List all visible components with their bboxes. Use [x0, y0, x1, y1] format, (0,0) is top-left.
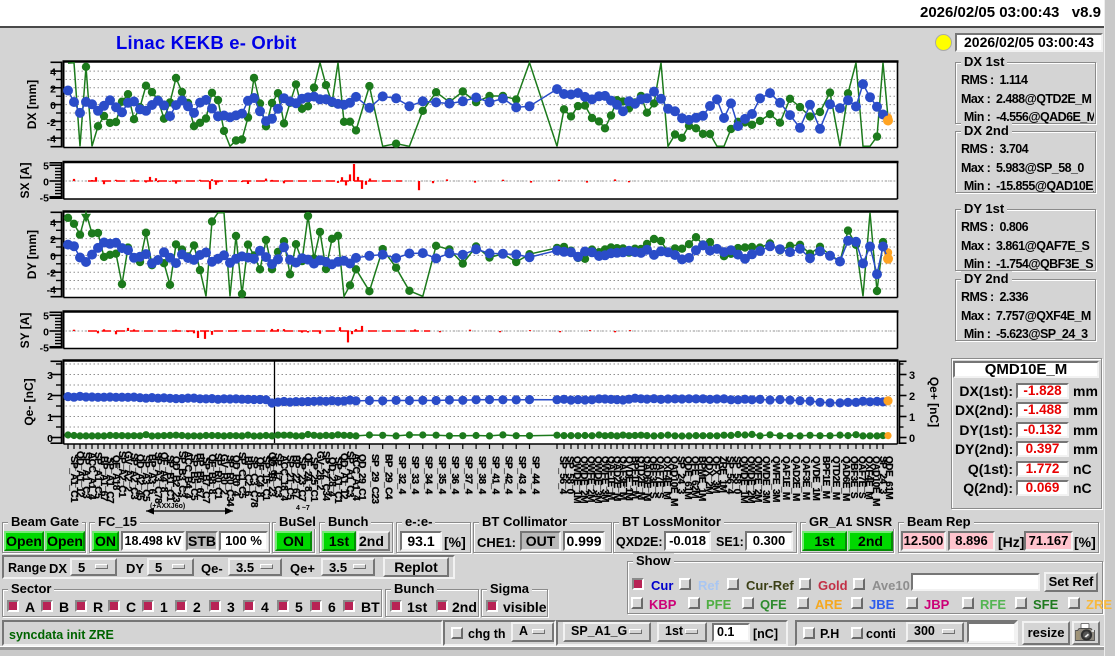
svg-text:SP_37_4: SP_37_4	[463, 456, 474, 495]
svg-text:SP_32_4: SP_32_4	[396, 456, 407, 495]
svg-text:4 ~7: 4 ~7	[296, 505, 310, 512]
svg-text:QAF1E_M: QAF1E_M	[780, 456, 791, 500]
svg-text:QF_05: QF_05	[269, 456, 278, 479]
svg-text:2: 2	[50, 234, 56, 246]
svg-text:4: 4	[50, 217, 56, 229]
svg-text:SP_41_4: SP_41_4	[489, 456, 500, 495]
svg-text:QVDE_1M: QVDE_1M	[810, 456, 821, 500]
svg-text:Qe- [nC]: Qe- [nC]	[22, 378, 36, 425]
svg-text:2: 2	[909, 391, 915, 403]
svg-text:3: 3	[909, 370, 915, 382]
svg-text:1: 1	[909, 412, 915, 424]
svg-text:SX [A]: SX [A]	[18, 162, 32, 198]
svg-text:SP_44_4: SP_44_4	[529, 456, 540, 495]
svg-text:DX [mm]: DX [mm]	[25, 80, 39, 129]
svg-text:0: 0	[47, 433, 53, 445]
svg-text:BPF1E_M: BPF1E_M	[820, 456, 831, 499]
svg-text:SY [A]: SY [A]	[18, 313, 32, 349]
svg-text:-4: -4	[47, 134, 56, 146]
svg-text:0: 0	[50, 251, 56, 263]
svg-text:SP_36_4: SP_36_4	[449, 456, 460, 495]
svg-text:-2: -2	[47, 117, 56, 129]
svg-text:SP_38_4: SP_38_4	[476, 456, 487, 495]
svg-text:QWFE_3M: QWFE_3M	[770, 456, 781, 502]
svg-text:-4: -4	[47, 284, 56, 296]
svg-text:3: 3	[47, 370, 53, 382]
svg-text:-2: -2	[47, 268, 56, 280]
svg-text:SP_33_4: SP_33_4	[409, 456, 420, 495]
svg-text:0: 0	[43, 177, 49, 189]
svg-text:4: 4	[50, 67, 56, 79]
svg-text:QTD2E_M: QTD2E_M	[830, 456, 841, 500]
svg-text:BP_29_C4: BP_29_C4	[383, 454, 394, 500]
svg-text:QD_29_C1: QD_29_C1	[356, 454, 367, 501]
svg-text:QAF3E_M: QAF3E_M	[800, 456, 811, 500]
svg-text:2: 2	[47, 391, 53, 403]
svg-text:Qe+ [nC]: Qe+ [nC]	[927, 377, 941, 427]
svg-text:1: 1	[47, 412, 53, 424]
svg-text:QAD2E_M: QAD2E_M	[790, 456, 801, 501]
svg-text:SP_43_4: SP_43_4	[516, 456, 527, 495]
svg-text:SP_29_C23: SP_29_C23	[369, 454, 380, 504]
svg-text:DY [mm]: DY [mm]	[25, 230, 39, 279]
svg-text:(+AXXJ6o): (+AXXJ6o)	[150, 503, 185, 510]
svg-text:0: 0	[50, 100, 56, 112]
svg-text:0: 0	[43, 327, 49, 339]
svg-text:5: 5	[43, 161, 49, 173]
svg-text:2: 2	[50, 83, 56, 95]
svg-text:SP_34_4: SP_34_4	[423, 456, 434, 495]
svg-text:QDE_61M: QDE_61M	[883, 456, 894, 499]
svg-text:SP_35_4: SP_35_4	[436, 456, 447, 495]
svg-text:QWDE_3M: QWDE_3M	[760, 456, 771, 503]
svg-text:-5: -5	[40, 192, 49, 204]
svg-text:SP_42_4: SP_42_4	[503, 456, 514, 495]
svg-text:5: 5	[43, 311, 49, 323]
svg-text:0: 0	[909, 433, 915, 445]
svg-text:-5: -5	[40, 342, 49, 354]
